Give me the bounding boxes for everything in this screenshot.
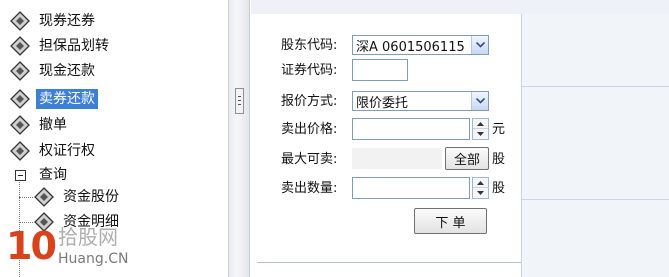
tree-item-cancel-order[interactable]: 撤单 [8,114,70,136]
stepper-down-icon[interactable] [473,129,488,139]
tree-item-sell-to-repay[interactable]: 卖券还款 [8,88,98,110]
stepper-down-icon[interactable] [473,188,488,198]
max-unit: 股 [492,152,506,167]
panel-top-strip [251,0,669,14]
shareholder-code-value: 深A 0601506115 [356,39,465,55]
tree-item-label: 现金还款 [39,63,95,79]
sell-qty-input[interactable] [352,177,470,199]
tree-item-label: 卖券还款 [36,89,98,109]
quote-method-select[interactable]: 限价委托 [352,91,489,111]
quote-method-value: 限价委托 [356,95,409,111]
stepper-up-icon[interactable] [473,119,488,129]
sell-price-stepper[interactable] [472,118,489,140]
tree-item-label: 权证行权 [39,143,95,159]
tree-item-cash-repay[interactable]: 现金还款 [8,60,98,82]
diamond-node-icon [8,88,32,110]
security-code-input[interactable] [352,59,408,81]
shareholder-code-label: 股东代码: [281,38,338,53]
diamond-node-icon [8,114,32,136]
sell-price-input[interactable] [352,118,470,140]
watermark-site-name: 拾股网 [58,225,118,249]
tree-item-label: 查询 [39,167,67,183]
place-order-button[interactable]: 下 单 [414,208,487,234]
shareholder-code-select[interactable]: 深A 0601506115 [352,35,489,55]
tree-connector-line [19,197,33,198]
tree-item-query[interactable]: 查询 [8,164,70,186]
sell-price-label: 卖出价格: [281,122,338,137]
price-unit: 元 [492,122,506,137]
diamond-node-icon [8,60,32,82]
tree-item-label: 资金股份 [63,189,119,205]
diamond-node-icon [8,140,32,162]
collapse-box-icon[interactable] [8,164,32,186]
stepper-up-icon[interactable] [473,178,488,188]
sell-all-button[interactable]: 全部 [445,147,489,170]
diamond-node-icon [8,35,32,57]
sell-qty-label: 卖出数量: [281,181,338,196]
watermark-number: 10 [6,224,57,268]
splitter-grip-icon[interactable] [235,88,244,114]
tree-item-label: 现券还券 [39,13,95,29]
site-watermark-logo: 10 拾股网 Huang.CN [6,224,134,274]
chevron-down-icon[interactable] [471,36,488,54]
tree-connector-line [19,222,33,223]
diamond-node-icon [32,186,56,208]
sell-qty-stepper[interactable] [472,177,489,199]
watermark-domain: Huang.CN [58,251,129,267]
qty-unit: 股 [492,181,506,196]
max-sellable-label: 最大可卖: [281,152,338,167]
tree-item-funds-holdings[interactable]: 资金股份 [32,186,122,208]
panel-splitter[interactable] [228,0,250,277]
tree-item-stock-repay[interactable]: 现券还券 [8,10,98,32]
security-code-label: 证券代码: [281,63,338,78]
divider [257,262,521,263]
tree-item-label: 撤单 [39,117,67,133]
tree-item-label: 担保品划转 [39,38,109,54]
tree-item-collateral-transfer[interactable]: 担保品划转 [8,35,112,57]
diamond-node-icon [8,10,32,32]
quote-method-label: 报价方式: [281,94,338,109]
chevron-down-icon[interactable] [471,92,488,110]
max-sellable-value [352,148,442,169]
order-list-area [521,14,669,277]
tree-item-warrant-exercise[interactable]: 权证行权 [8,140,98,162]
